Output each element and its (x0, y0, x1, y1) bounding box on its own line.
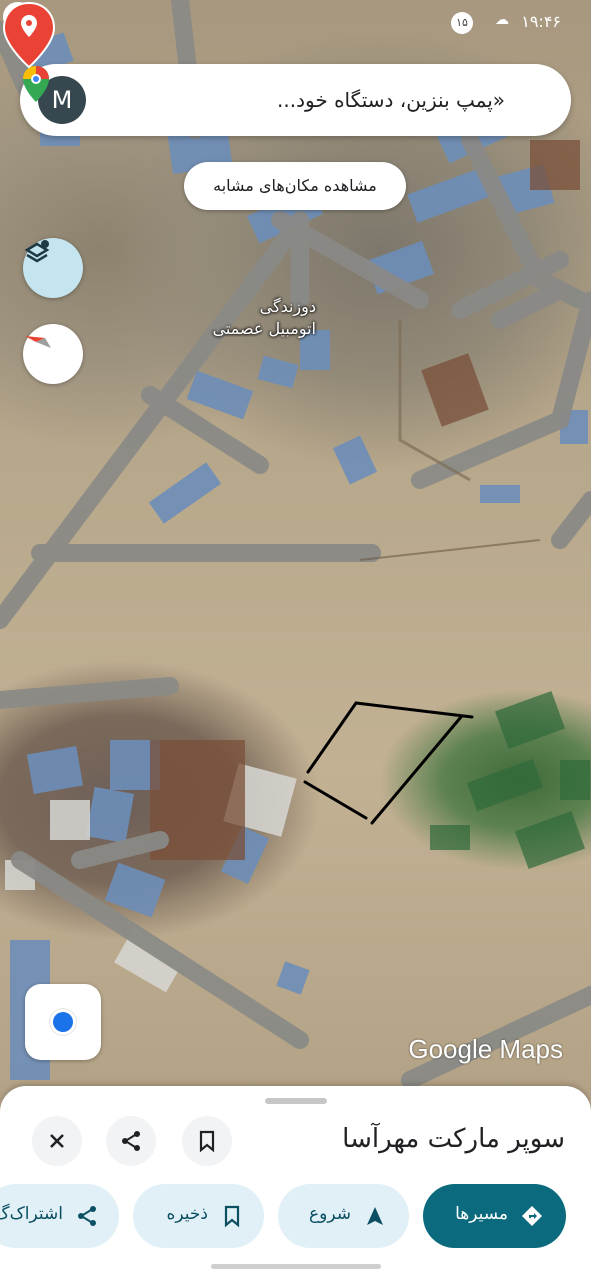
place-label-line2: اتومبیل عصمتی (212, 319, 316, 338)
weather-icon: ☁ (495, 12, 509, 28)
my-location-icon (53, 1012, 73, 1032)
share-icon (78, 1206, 96, 1226)
status-bar: 4G ۱۵ ☁ ۱۹:۴۶ (0, 0, 591, 44)
layers-icon (24, 240, 50, 263)
place-label[interactable]: دوزندگی اتومبیل عصمتی (186, 296, 316, 340)
gesture-nav-bar[interactable] (211, 1264, 381, 1269)
close-button[interactable] (32, 1116, 82, 1166)
my-location-button[interactable] (25, 984, 101, 1060)
start-label: شروع (309, 1204, 351, 1224)
bookmark-icon (224, 1205, 240, 1228)
bookmark-icon-button[interactable] (182, 1116, 232, 1166)
share-button[interactable]: اشتراک‌گ (0, 1184, 119, 1248)
search-query[interactable]: «پمپ بنزین، دستگاه خود... (180, 88, 505, 112)
clock: ۱۹:۴۶ (521, 12, 561, 31)
search-bar[interactable]: M «پمپ بنزین، دستگاه خود... (20, 64, 571, 136)
directions-label: مسیرها (455, 1204, 508, 1224)
place-title: سوپر مارکت مهرآسا (342, 1124, 565, 1154)
start-button[interactable]: شروع (278, 1184, 409, 1248)
satellite-map[interactable]: 4G ۱۵ ☁ ۱۹:۴۶ M «پمپ بنزین، دستگاه خود..… (0, 0, 591, 1100)
layers-button[interactable] (23, 238, 83, 298)
save-label: ذخیره (166, 1204, 209, 1224)
compass-icon (25, 336, 51, 348)
share-icon-button[interactable] (106, 1116, 156, 1166)
bookmark-icon (199, 1130, 215, 1153)
maps-pin-icon (23, 66, 49, 102)
sheet-drag-handle[interactable] (265, 1098, 327, 1104)
similar-places-chip[interactable]: مشاهده مکان‌های مشابه (184, 162, 406, 210)
compass-button[interactable] (23, 324, 83, 384)
place-label-line1: دوزندگی (259, 297, 316, 316)
navigation-icon (367, 1207, 383, 1225)
save-button[interactable]: ذخیره (133, 1184, 264, 1248)
share-label: اشتراک‌گ (0, 1204, 63, 1224)
directions-icon (522, 1206, 542, 1226)
notification-badge: ۱۵ (451, 12, 473, 34)
selected-place-pin-icon[interactable] (0, 0, 58, 70)
action-row: مسیرها شروع ذخیره اشتراک‌گ (0, 1184, 591, 1250)
place-bottom-sheet[interactable]: سوپر مارکت مهرآسا مسیرها شروع ذخیره اشتر… (0, 1086, 591, 1280)
directions-button[interactable]: مسیرها (423, 1184, 566, 1248)
share-icon (122, 1131, 140, 1151)
google-maps-watermark: Google Maps (408, 1034, 563, 1064)
close-icon (50, 1134, 64, 1148)
